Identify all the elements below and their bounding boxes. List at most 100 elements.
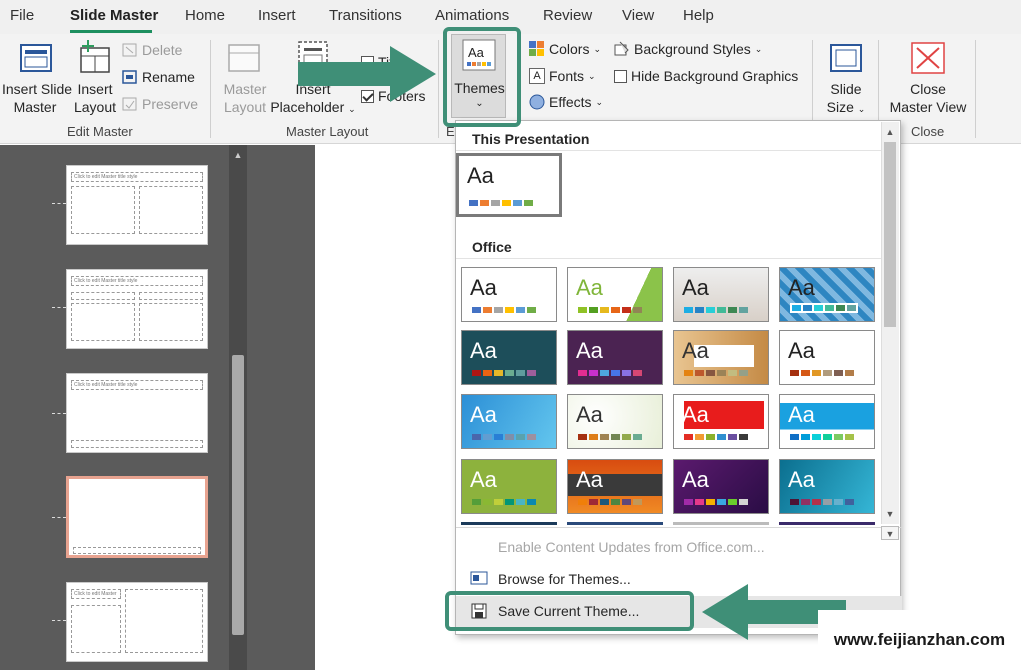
theme-facet[interactable]: Aa <box>567 267 663 322</box>
tab-slide-master[interactable]: Slide Master <box>70 7 158 24</box>
layout-thumbnail[interactable]: Click to edit Master title style <box>66 165 208 245</box>
tab-file[interactable]: File <box>10 7 34 24</box>
rename-button[interactable]: Rename <box>122 69 195 85</box>
preserve-button[interactable]: Preserve <box>122 96 198 112</box>
layout-connector <box>52 517 66 518</box>
theme-organic[interactable]: Aa <box>567 330 663 385</box>
theme-gallery[interactable]: Aa <box>567 394 663 449</box>
tab-insert[interactable]: Insert <box>258 7 296 24</box>
master-layout-group-label: Master Layout <box>286 124 369 139</box>
chevron-down-icon: ⌄ <box>588 70 596 81</box>
slide-master-icon <box>20 44 52 72</box>
theme-ion[interactable]: Aa <box>461 330 557 385</box>
tab-help[interactable]: Help <box>683 7 714 24</box>
scroll-up-arrow-icon[interactable]: ▲ <box>881 123 899 141</box>
theme-glyph: Aa <box>788 275 815 300</box>
scroll-up-arrow-icon[interactable]: ▲ <box>232 149 244 161</box>
gallery-divider <box>456 150 881 151</box>
layout-connector <box>52 203 66 204</box>
tab-transitions[interactable]: Transitions <box>329 7 402 24</box>
delete-label: Delete <box>142 42 183 58</box>
scroll-down-arrow-icon[interactable]: ▼ <box>881 505 899 523</box>
theme-slice[interactable]: Aa <box>779 330 875 385</box>
thumbnail-text-placeholder <box>71 292 135 300</box>
theme-circuit[interactable]: Aa <box>461 459 557 514</box>
layout-connector <box>52 413 66 414</box>
preserve-label: Preserve <box>142 96 199 112</box>
tab-home[interactable]: Home <box>185 7 225 24</box>
theme-badge[interactable]: Aa <box>673 394 769 449</box>
colors-button[interactable]: Colors ⌄ <box>529 41 601 57</box>
enable-content-updates-item[interactable]: Enable Content Updates from Office.com..… <box>498 539 765 555</box>
gallery-divider <box>456 258 881 259</box>
tab-review[interactable]: Review <box>543 7 592 24</box>
partial-theme-row <box>567 522 663 525</box>
layout-connector <box>52 620 66 621</box>
slide-size-label-1: Slide <box>830 81 862 97</box>
background-styles-button[interactable]: Background Styles ⌄ <box>614 41 762 57</box>
theme-dividend[interactable]: Aa <box>779 459 875 514</box>
background-styles-icon <box>614 41 629 56</box>
theme-office[interactable]: Aa <box>461 267 557 322</box>
this-presentation-heading: This Presentation <box>472 131 590 147</box>
ribbon-separator <box>438 40 439 138</box>
gallery-scrollbar-thumb[interactable] <box>884 142 896 327</box>
thumbnail-scrollbar-thumb[interactable] <box>232 355 244 635</box>
tab-view[interactable]: View <box>622 7 654 24</box>
theme-integral[interactable]: Aa <box>673 267 769 322</box>
ribbon-separator <box>975 40 976 138</box>
insert-layout-button[interactable]: Insert Layout <box>70 38 120 118</box>
theme-glyph: Aa <box>682 275 709 300</box>
theme-berlin[interactable]: Aa <box>779 394 875 449</box>
expand-gallery-icon[interactable]: ▼ <box>881 526 899 540</box>
theme-crop[interactable]: Aa <box>673 459 769 514</box>
theme-glyph: Aa <box>788 467 815 492</box>
insert-slide-master-label-1: Insert Slide <box>2 81 73 97</box>
fonts-label: Fonts <box>549 68 585 84</box>
close-master-view-label-2: Master View <box>889 99 967 115</box>
fonts-button[interactable]: A Fonts ⌄ <box>529 68 596 84</box>
theme-glyph: Aa <box>576 402 603 427</box>
thumbnail-content-placeholder <box>125 589 203 653</box>
edit-master-group-label: Edit Master <box>67 124 133 139</box>
arrow-right-icon <box>298 46 436 102</box>
theme-glyph: Aa <box>470 467 497 492</box>
insert-slide-master-button[interactable]: Insert Slide Master <box>0 38 73 118</box>
layout-thumbnail[interactable]: Click to edit Master title style <box>66 582 208 662</box>
save-theme-callout-frame <box>445 591 694 631</box>
current-theme-thumbnail[interactable]: Aa <box>456 153 562 217</box>
thumbnail-title: Click to edit Master title style <box>71 172 203 182</box>
chevron-down-icon: ⌄ <box>857 104 866 114</box>
layout-thumbnail[interactable]: Click to edit Master title style <box>66 373 208 453</box>
delete-button[interactable]: Delete <box>122 42 182 58</box>
master-layout-button[interactable]: Master Layout <box>218 38 272 118</box>
thumbnail-content-placeholder <box>71 303 135 341</box>
thumbnail-content-placeholder <box>139 303 203 341</box>
tab-animations[interactable]: Animations <box>435 7 509 24</box>
insert-layout-label-2: Layout <box>73 99 117 115</box>
themes-callout-frame <box>443 27 521 127</box>
theme-celestial[interactable]: Aa <box>567 459 663 514</box>
layout-thumbnail[interactable]: Click to edit Master title style <box>66 269 208 349</box>
hide-background-graphics-checkbox[interactable]: Hide Background Graphics <box>614 68 798 84</box>
close-group-label: Close <box>911 124 945 139</box>
browse-for-themes-item[interactable]: Browse for Themes... <box>498 571 631 587</box>
theme-wisp[interactable]: Aa <box>461 394 557 449</box>
thumbnail-title: Click to edit Master title style <box>71 380 203 390</box>
partial-theme-row <box>673 522 769 525</box>
slide-size-label-2: Size <box>826 99 854 115</box>
theme-ion-boardroom[interactable]: Aa <box>779 267 875 322</box>
close-master-view-button[interactable]: Close Master View <box>884 38 972 118</box>
slide-size-button[interactable]: Slide Size ⌄ <box>818 38 874 118</box>
effects-button[interactable]: Effects ⌄ <box>529 94 603 110</box>
thumbnail-title: Click to edit Master title style <box>71 276 203 286</box>
browse-themes-icon <box>470 571 488 585</box>
chevron-down-icon: ⌄ <box>754 43 763 54</box>
hide-background-graphics-box[interactable] <box>614 69 627 83</box>
colors-label: Colors <box>549 41 590 57</box>
theme-glyph: Aa <box>576 338 603 363</box>
thumbnail-footer-placeholder <box>71 440 203 448</box>
selected-layout-thumbnail[interactable] <box>66 476 208 558</box>
theme-glyph: Aa <box>788 338 815 363</box>
theme-retrospect[interactable]: Aa <box>673 330 769 385</box>
